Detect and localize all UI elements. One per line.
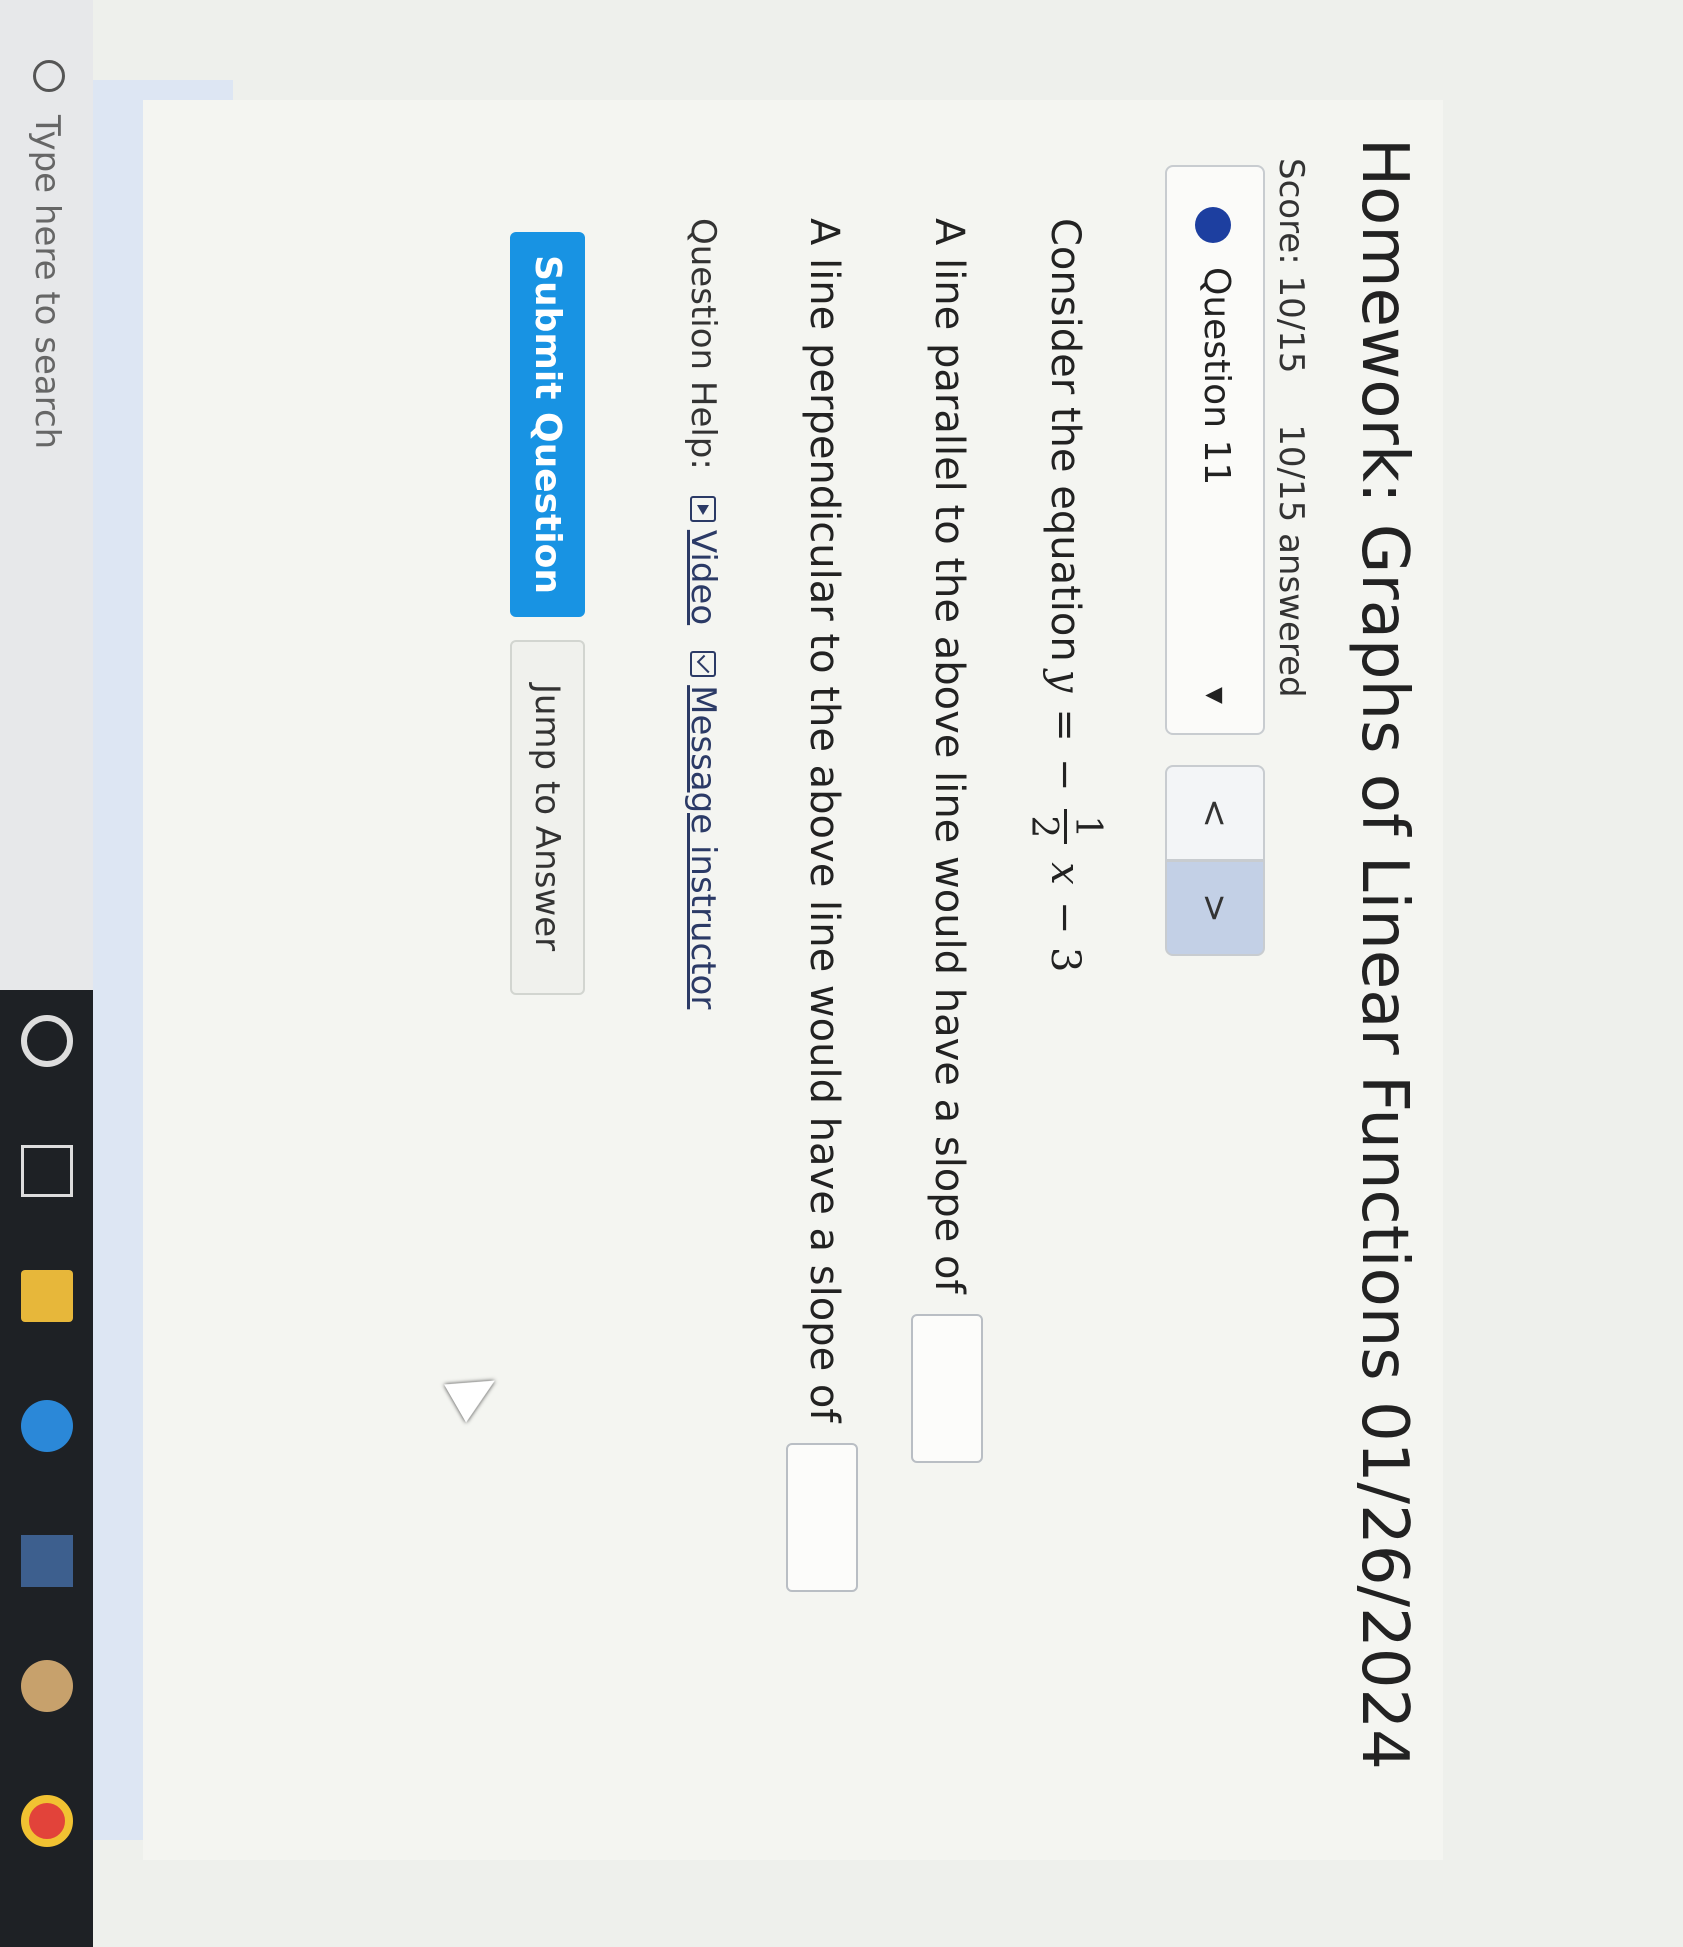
- score-text: Score: 10/15: [1271, 158, 1311, 374]
- mail-icon: [690, 651, 716, 678]
- edge-browser-icon[interactable]: [21, 1400, 73, 1452]
- calculator-icon[interactable]: [21, 1535, 73, 1587]
- question-select-label: Question 11: [1196, 267, 1237, 486]
- fraction-denominator: 2: [1023, 815, 1064, 839]
- eq-x: x: [1042, 862, 1089, 885]
- eq-constant: − 3: [1042, 900, 1089, 973]
- taskbar-search[interactable]: Type here to search: [0, 0, 93, 990]
- question-help: Question Help: Video Message instructor: [683, 218, 723, 1009]
- file-explorer-icon[interactable]: [21, 1270, 73, 1322]
- eq-y: y: [1042, 669, 1089, 693]
- prompt-prefix: Consider the equation: [1042, 218, 1089, 662]
- help-label: Question Help:: [683, 218, 723, 470]
- caret-down-icon: ▼: [1202, 687, 1227, 704]
- search-placeholder: Type here to search: [27, 115, 67, 450]
- chrome-browser-icon[interactable]: [21, 1795, 73, 1847]
- taskbar: Type here to search: [0, 0, 93, 1947]
- eq-equals: =: [1042, 708, 1089, 742]
- parallel-question: A line parallel to the above line would …: [911, 218, 983, 1464]
- question-prompt: Consider the equation y = − 1 2 x − 3: [1023, 218, 1108, 981]
- message-link-label: Message instructor: [683, 685, 723, 1010]
- perpendicular-text: A line perpendicular to the above line w…: [801, 218, 847, 1423]
- submit-question-button[interactable]: Submit Question: [510, 232, 585, 617]
- question-status-dot-icon: [1195, 207, 1231, 243]
- perpendicular-question: A line perpendicular to the above line w…: [786, 218, 858, 1593]
- app-icon[interactable]: [21, 1660, 73, 1712]
- question-select[interactable]: Question 11 ▼: [1165, 165, 1265, 735]
- search-icon: [33, 60, 65, 92]
- cortana-icon[interactable]: [21, 1015, 73, 1067]
- prev-question-button[interactable]: <: [1165, 765, 1265, 861]
- parallel-text: A line parallel to the above line would …: [926, 218, 972, 1294]
- page: Homework: Graphs of Linear Functions 01/…: [0, 0, 1683, 1947]
- eq-minus: −: [1042, 757, 1089, 792]
- video-link-label: Video: [683, 529, 723, 626]
- page-title: Homework: Graphs of Linear Functions 01/…: [1347, 138, 1421, 1770]
- fraction-numerator: 1: [1064, 809, 1108, 845]
- next-question-button[interactable]: >: [1165, 860, 1265, 956]
- video-link[interactable]: Video: [683, 495, 723, 626]
- parallel-slope-input[interactable]: [911, 1314, 983, 1464]
- perpendicular-slope-input[interactable]: [786, 1443, 858, 1593]
- eq-fraction: 1 2: [1023, 809, 1108, 845]
- message-instructor-link[interactable]: Message instructor: [683, 651, 723, 1009]
- jump-to-answer-button[interactable]: Jump to Answer: [510, 640, 585, 995]
- score-line: Score: 10/15 10/15 answered: [1271, 158, 1311, 738]
- video-icon: [690, 495, 716, 522]
- task-view-icon[interactable]: [21, 1145, 73, 1197]
- answered-text: 10/15 answered: [1271, 424, 1311, 698]
